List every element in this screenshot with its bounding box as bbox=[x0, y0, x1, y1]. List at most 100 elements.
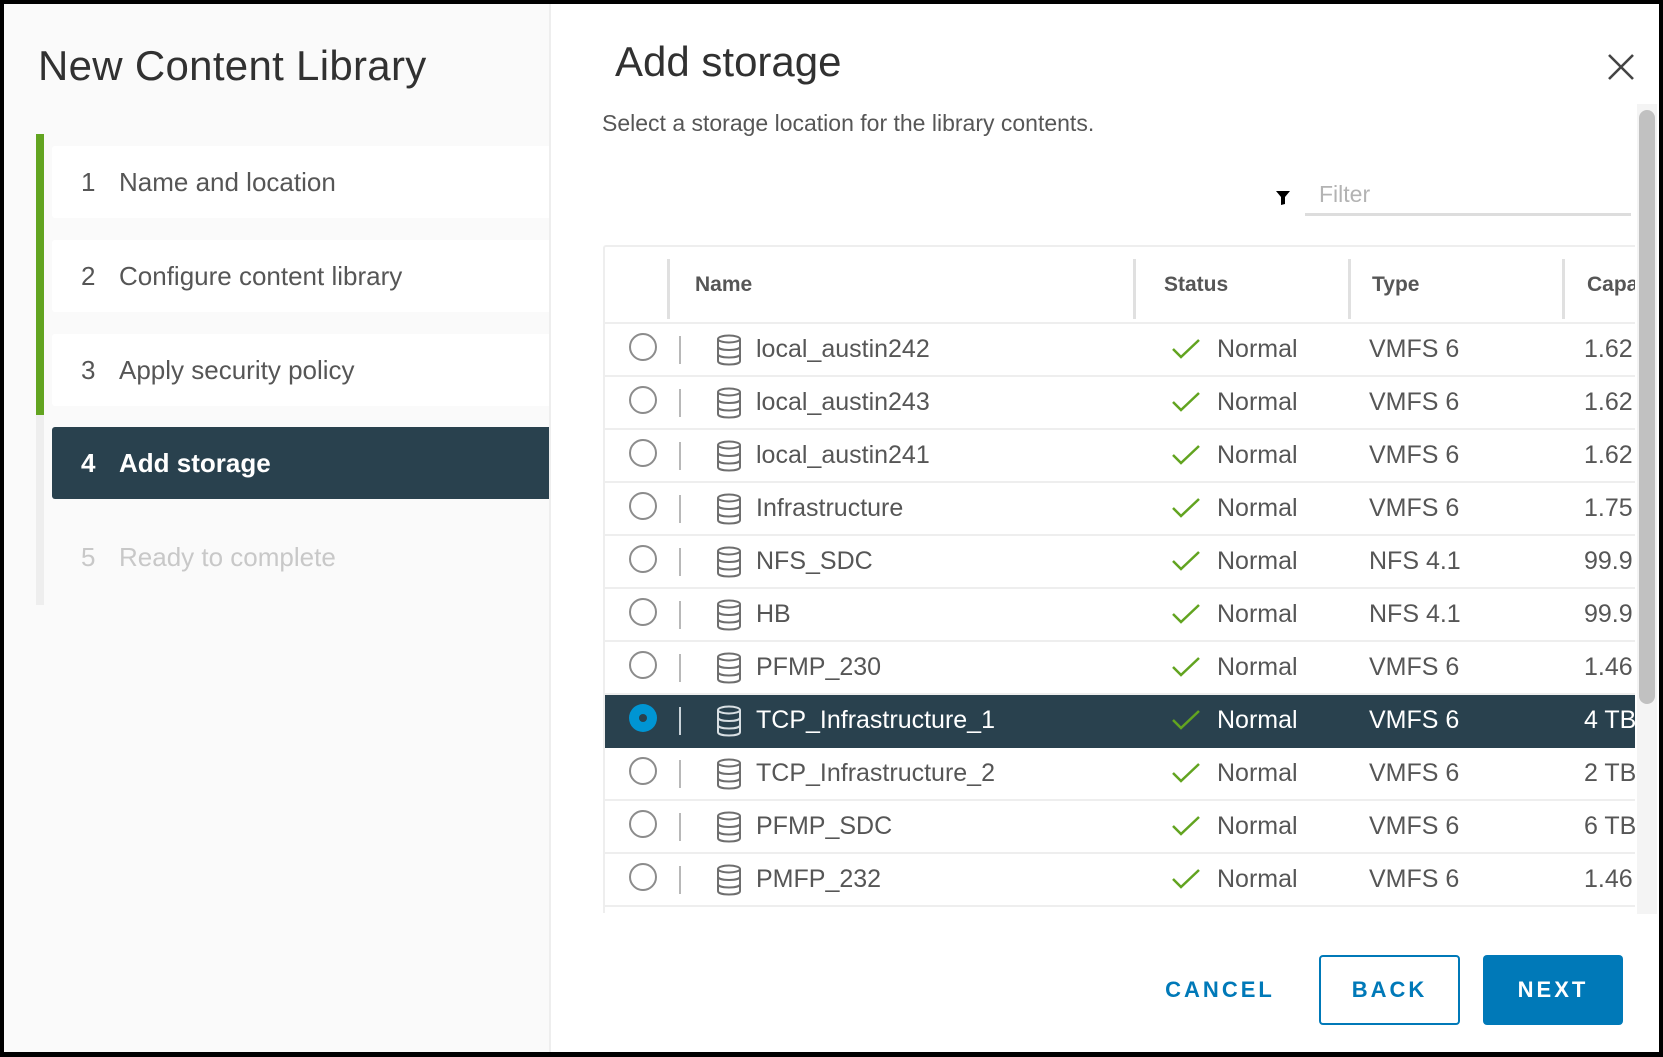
datastore-type: VMFS 6 bbox=[1369, 706, 1460, 734]
filter-input[interactable] bbox=[1305, 176, 1631, 216]
row-select-radio[interactable] bbox=[629, 386, 657, 414]
step-name-and-location[interactable]: 1 Name and location bbox=[52, 146, 549, 218]
row-select-radio[interactable] bbox=[629, 598, 657, 626]
page-title: Add storage bbox=[615, 38, 842, 85]
datastore-row[interactable]: Infrastructure Normal VMFS 6 1.75 bbox=[605, 483, 1635, 536]
step-configure-content-library[interactable]: 2 Configure content library bbox=[52, 240, 549, 312]
datastore-row[interactable]: PFMP_230 Normal VMFS 6 1.46 bbox=[605, 642, 1635, 695]
datastore-type: VMFS 6 bbox=[1369, 494, 1460, 522]
status-ok-check-icon bbox=[1172, 710, 1200, 730]
row-separator bbox=[679, 707, 681, 735]
datastore-type: NFS 4.1 bbox=[1369, 547, 1461, 575]
datastore-icon bbox=[717, 811, 741, 843]
close-icon bbox=[1608, 54, 1634, 80]
status-ok-check-icon bbox=[1172, 392, 1200, 412]
datastore-icon bbox=[717, 652, 741, 684]
row-separator bbox=[679, 760, 681, 788]
datastore-icon bbox=[717, 334, 741, 366]
datastore-name: local_austin241 bbox=[756, 441, 930, 469]
column-header-capacity[interactable]: Capa bbox=[1587, 247, 1635, 322]
column-separator[interactable] bbox=[667, 259, 670, 319]
datastore-capacity: 2 TB bbox=[1584, 759, 1635, 787]
column-separator[interactable] bbox=[1348, 259, 1351, 319]
row-select-radio[interactable] bbox=[629, 704, 657, 732]
step-number: 3 bbox=[81, 354, 96, 385]
datastore-status: Normal bbox=[1217, 388, 1298, 416]
datastore-capacity: 1.62 bbox=[1584, 335, 1633, 363]
datastore-name: local_austin242 bbox=[756, 335, 930, 363]
datastore-name: local_austin243 bbox=[756, 388, 930, 416]
page-subtitle: Select a storage location for the librar… bbox=[602, 110, 1095, 136]
datastore-row[interactable]: local_austin242 Normal VMFS 6 1.62 bbox=[605, 324, 1635, 377]
datastore-row[interactable]: local_austin241 Normal VMFS 6 1.62 bbox=[605, 430, 1635, 483]
datastore-icon bbox=[717, 546, 741, 578]
step-label: Add storage bbox=[119, 447, 271, 478]
step-ready-to-complete: 5 Ready to complete bbox=[52, 521, 549, 593]
status-ok-check-icon bbox=[1172, 339, 1200, 359]
row-select-radio[interactable] bbox=[629, 810, 657, 838]
datastore-capacity: 4 TB bbox=[1584, 706, 1635, 734]
status-ok-check-icon bbox=[1172, 498, 1200, 518]
new-content-library-dialog: New Content Library 1 Name and location … bbox=[4, 4, 1659, 1052]
datastore-row[interactable]: HB Normal NFS 4.1 99.9 bbox=[605, 589, 1635, 642]
datastore-type: VMFS 6 bbox=[1369, 759, 1460, 787]
datastore-icon bbox=[717, 599, 741, 631]
scrollbar-thumb[interactable] bbox=[1639, 110, 1655, 704]
row-select-radio[interactable] bbox=[629, 439, 657, 467]
row-select-radio[interactable] bbox=[629, 651, 657, 679]
datastore-name: PFMP_230 bbox=[756, 653, 882, 681]
datastore-row[interactable]: local_austin243 Normal VMFS 6 1.62 bbox=[605, 377, 1635, 430]
datastore-icon bbox=[717, 493, 741, 525]
row-select-radio[interactable] bbox=[629, 757, 657, 785]
datastore-name: PMFP_232 bbox=[756, 865, 882, 893]
wizard-title: New Content Library bbox=[38, 42, 427, 89]
next-button[interactable]: NEXT bbox=[1483, 955, 1623, 1025]
datastore-name: TCP_Infrastructure_2 bbox=[756, 759, 995, 787]
row-select-radio[interactable] bbox=[629, 333, 657, 361]
datastore-type: VMFS 6 bbox=[1369, 441, 1460, 469]
datastore-row[interactable]: PFMP_SDC Normal VMFS 6 6 TB bbox=[605, 801, 1635, 854]
status-ok-check-icon bbox=[1172, 604, 1200, 624]
step-add-storage[interactable]: 4 Add storage bbox=[52, 427, 549, 499]
row-separator bbox=[679, 601, 681, 629]
status-ok-check-icon bbox=[1172, 657, 1200, 677]
datastore-status: Normal bbox=[1217, 706, 1298, 734]
row-separator bbox=[679, 442, 681, 470]
close-button[interactable] bbox=[1602, 48, 1640, 86]
row-select-radio[interactable] bbox=[629, 545, 657, 573]
datastore-status: Normal bbox=[1217, 494, 1298, 522]
row-separator bbox=[679, 495, 681, 523]
datastore-row[interactable]: TCP_Infrastructure_2 Normal VMFS 6 2 TB bbox=[605, 748, 1635, 801]
datastore-icon bbox=[717, 387, 741, 419]
vertical-scrollbar[interactable] bbox=[1637, 104, 1657, 914]
status-ok-check-icon bbox=[1172, 445, 1200, 465]
wizard-sidebar: New Content Library 1 Name and location … bbox=[4, 4, 551, 1052]
column-separator[interactable] bbox=[1133, 259, 1136, 319]
column-header-type[interactable]: Type bbox=[1372, 247, 1419, 322]
datastore-status: Normal bbox=[1217, 600, 1298, 628]
filter-icon[interactable] bbox=[1275, 190, 1291, 206]
column-header-status[interactable]: Status bbox=[1164, 247, 1228, 322]
datastore-status: Normal bbox=[1217, 865, 1298, 893]
status-ok-check-icon bbox=[1172, 763, 1200, 783]
datastore-capacity: 1.46 bbox=[1584, 865, 1633, 893]
back-button[interactable]: BACK bbox=[1319, 955, 1460, 1025]
row-select-radio[interactable] bbox=[629, 863, 657, 891]
step-number: 4 bbox=[81, 447, 96, 478]
column-header-name[interactable]: Name bbox=[695, 247, 752, 322]
datastore-type: VMFS 6 bbox=[1369, 653, 1460, 681]
datastore-row[interactable]: PMFP_232 Normal VMFS 6 1.46 bbox=[605, 854, 1635, 907]
step-number: 5 bbox=[81, 541, 96, 572]
column-separator[interactable] bbox=[1562, 259, 1565, 319]
storage-datagrid: Name Status Type Capa local_austin242 No… bbox=[603, 245, 1635, 913]
datastore-icon bbox=[717, 758, 741, 790]
datastore-capacity: 99.9 bbox=[1584, 547, 1633, 575]
step-apply-security-policy[interactable]: 3 Apply security policy bbox=[52, 334, 549, 406]
row-separator bbox=[679, 866, 681, 894]
row-select-radio[interactable] bbox=[629, 492, 657, 520]
datastore-capacity: 1.46 bbox=[1584, 653, 1633, 681]
datastore-type: VMFS 6 bbox=[1369, 335, 1460, 363]
datastore-row[interactable]: TCP_Infrastructure_1 Normal VMFS 6 4 TB bbox=[605, 695, 1635, 748]
cancel-button[interactable]: CANCEL bbox=[1152, 955, 1288, 1025]
datastore-row[interactable]: NFS_SDC Normal NFS 4.1 99.9 bbox=[605, 536, 1635, 589]
